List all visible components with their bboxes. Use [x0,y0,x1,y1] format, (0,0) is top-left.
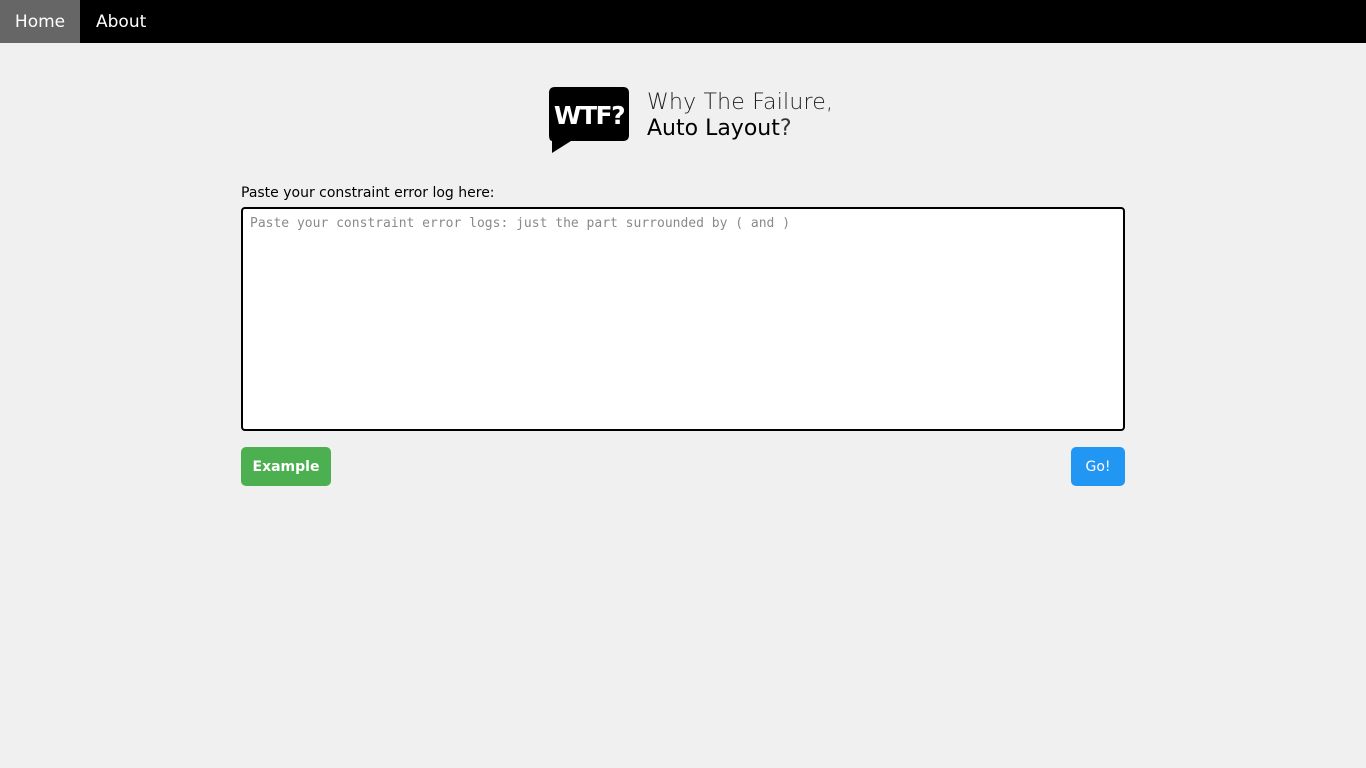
brand-line-1: Why The Failure, [647,90,834,115]
brand-line-2-text: Auto Layout [647,116,780,141]
brand-line-2: Auto Layout? [647,116,833,142]
example-button[interactable]: Example [241,447,331,486]
nav-item-home[interactable]: Home [0,0,80,43]
nav-item-about[interactable]: About [80,0,162,43]
top-navbar: Home About [0,0,1366,43]
wtf-logo: WTF? [549,87,629,153]
brand-line-2-suffix: ? [779,116,792,141]
brand-header: WTF? Why The Failure, Auto Layout? [549,87,833,155]
logo-text: WTF? [554,101,624,130]
log-input-label: Paste your constraint error log here: [241,185,495,201]
constraint-log-input[interactable] [241,207,1125,431]
go-button[interactable]: Go! [1071,447,1125,486]
brand-title: Why The Failure, Auto Layout? [647,90,833,142]
